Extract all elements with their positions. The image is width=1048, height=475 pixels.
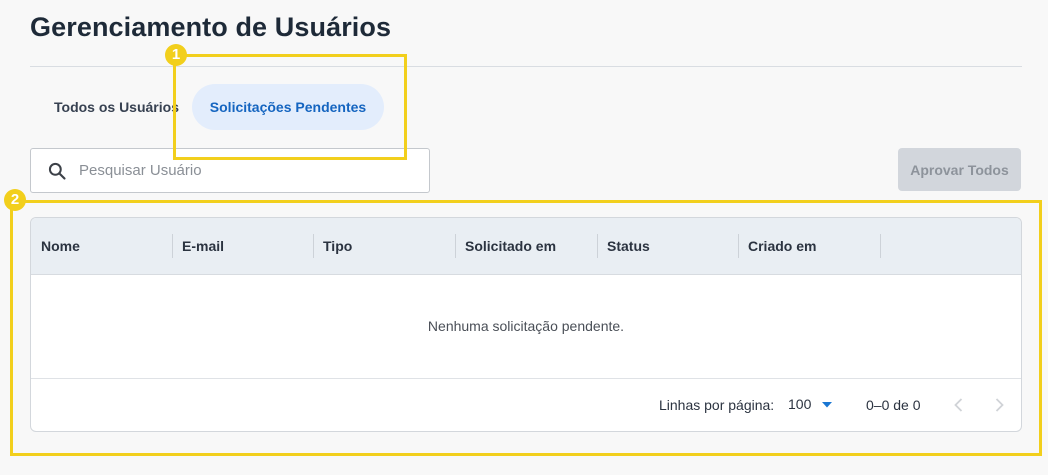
approve-all-button[interactable]: Aprovar Todos [898, 148, 1021, 191]
chevron-right-icon[interactable] [987, 393, 1011, 417]
table-pagination: Linhas por página: 100 0–0 de 0 [31, 379, 1021, 431]
table-header: Nome E-mail Tipo Solicitado em Status Cr… [31, 218, 1021, 275]
pagination-range: 0–0 de 0 [866, 397, 921, 413]
search-input[interactable] [77, 150, 421, 191]
tab-all-users[interactable]: Todos os Usuários [40, 84, 193, 130]
caret-down-icon [822, 402, 833, 408]
column-header-name[interactable]: Nome [31, 218, 172, 274]
rows-per-page-label: Linhas por página: [659, 397, 775, 413]
tab-pending-requests[interactable]: Solicitações Pendentes [192, 84, 384, 130]
pending-requests-table: Nome E-mail Tipo Solicitado em Status Cr… [30, 217, 1022, 432]
column-header-created-at[interactable]: Criado em [738, 218, 880, 274]
annotation-badge-2: 2 [4, 189, 26, 211]
column-header-requested-at[interactable]: Solicitado em [455, 218, 597, 274]
empty-state-message: Nenhuma solicitação pendente. [31, 274, 1021, 379]
page-title: Gerenciamento de Usuários [30, 12, 392, 42]
rows-per-page-select[interactable]: 100 [788, 396, 833, 412]
column-header-type[interactable]: Tipo [313, 218, 454, 274]
column-header-status[interactable]: Status [597, 218, 738, 274]
rows-per-page-value: 100 [788, 396, 812, 412]
column-separator[interactable] [880, 234, 881, 258]
search-box [30, 148, 430, 193]
chevron-left-icon[interactable] [947, 393, 971, 417]
header-divider [30, 66, 1022, 67]
search-icon [48, 162, 66, 180]
annotation-badge-1: 1 [165, 44, 187, 66]
column-header-email[interactable]: E-mail [172, 218, 313, 274]
